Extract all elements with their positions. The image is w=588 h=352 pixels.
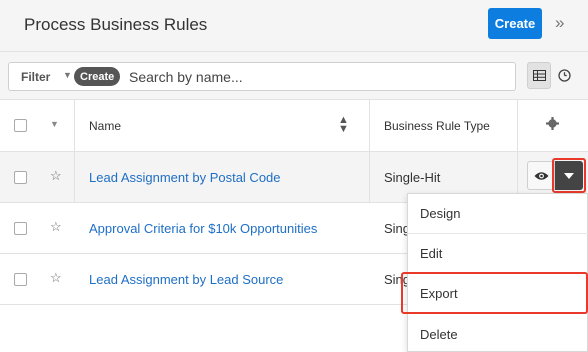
menu-item-delete[interactable]: Delete [408,314,588,352]
menu-item-design[interactable]: Design [408,194,588,234]
gear-icon[interactable] [546,117,559,135]
list-view-button[interactable] [527,62,551,89]
page-title: Process Business Rules [24,15,208,34]
caret-down-icon[interactable]: ▼ [63,70,72,80]
search-input[interactable] [129,66,499,87]
preview-button[interactable] [527,161,555,190]
activity-view-button[interactable] [552,62,576,89]
row-type: Single-Hit [384,170,441,185]
column-divider [74,100,75,152]
select-all-checkbox[interactable] [14,119,27,132]
row-checkbox[interactable] [14,171,27,184]
double-chevron-right-icon[interactable]: » [555,13,564,33]
table-grid-icon [532,70,546,81]
filter-bar: Filter ▼ Create [0,52,588,100]
page-header: Process Business Rules Create » [0,0,588,52]
sort-icon[interactable]: ▲ ▼ [338,115,349,135]
column-divider [74,152,75,203]
eye-icon [534,171,548,180]
row-name-link[interactable]: Approval Criteria for $10k Opportunities [89,221,317,236]
create-button[interactable]: Create [488,8,542,39]
caret-down-icon[interactable]: ▼ [50,119,59,129]
gear-icon-svg [546,117,559,130]
star-icon[interactable]: ☆ [50,168,62,184]
create-filter-pill[interactable]: Create [74,67,121,86]
column-header-type[interactable]: Business Rule Type [384,119,490,133]
row-name-link[interactable]: Lead Assignment by Postal Code [89,170,281,185]
clock-icon [557,69,571,82]
row-checkbox[interactable] [14,273,27,286]
column-divider [369,152,370,203]
table-header: ▼ Name ▲ ▼ Business Rule Type [0,100,588,152]
star-icon[interactable]: ☆ [50,219,62,235]
filter-dropdown[interactable]: Filter [21,70,50,84]
highlight-box [552,158,586,193]
column-divider [369,100,370,152]
column-header-name[interactable]: Name [89,119,121,133]
menu-item-edit[interactable]: Edit [408,234,588,274]
highlight-box [401,272,588,314]
row-checkbox[interactable] [14,222,27,235]
star-icon[interactable]: ☆ [50,270,62,286]
search-box: Filter ▼ Create [8,62,516,91]
column-divider [517,100,518,152]
row-name-link[interactable]: Lead Assignment by Lead Source [89,272,283,287]
